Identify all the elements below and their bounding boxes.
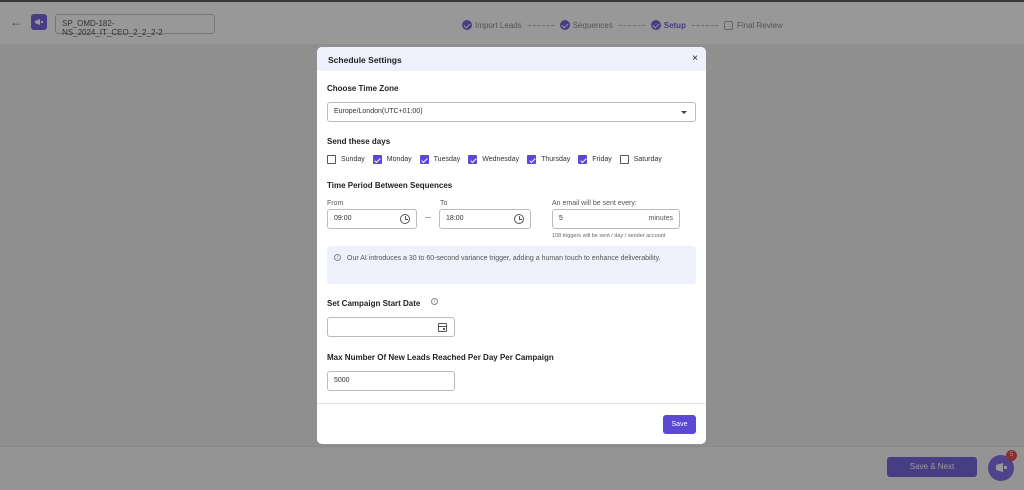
info-text: Our AI introduces a 30 to 60-second vari… (347, 255, 661, 262)
triggers-note: 108 triggers will be sent / day / sender… (552, 233, 666, 239)
day-label: Saturday (633, 156, 662, 163)
to-label: To (440, 200, 448, 207)
to-time-value: 18:00 (446, 215, 464, 222)
clock-icon[interactable] (400, 214, 410, 224)
checkbox[interactable] (619, 155, 629, 164)
start-date-label: Set Campaign Start Date (327, 299, 421, 308)
day-wednesday[interactable]: Wednesday (468, 155, 519, 164)
day-monday[interactable]: Monday (372, 155, 412, 164)
day-label: Monday (386, 156, 412, 163)
day-sunday[interactable]: Sunday (327, 155, 365, 164)
to-time-input[interactable]: 18:00 (439, 209, 531, 229)
range-dash (425, 217, 431, 218)
day-label: Thursday (541, 156, 571, 163)
schedule-settings-modal: Schedule Settings × Choose Time Zone Eur… (317, 47, 706, 444)
info-banner: i Our AI introduces a 30 to 60-second va… (327, 246, 696, 284)
checkbox-checked[interactable] (578, 155, 588, 164)
time-period-label: Time Period Between Sequences (327, 181, 453, 190)
max-leads-label: Max Number Of New Leads Reached Per Day … (327, 353, 554, 362)
timezone-value: Europe/London(UTC+01:00) (334, 108, 423, 115)
from-label: From (327, 200, 344, 207)
day-label: Tuesday (433, 156, 461, 163)
timezone-label: Choose Time Zone (327, 84, 399, 93)
day-label: Friday (592, 156, 612, 163)
modal-header: Schedule Settings × (317, 47, 706, 71)
max-leads-input[interactable]: 5000 (327, 371, 455, 391)
day-friday[interactable]: Friday (578, 155, 612, 164)
clock-icon[interactable] (514, 214, 524, 224)
chevron-down-icon (681, 111, 687, 114)
modal-footer-divider (317, 403, 706, 404)
checkbox-checked[interactable] (468, 155, 478, 164)
day-label: Wednesday (482, 156, 520, 163)
save-button[interactable]: Save (663, 415, 696, 434)
max-leads-value: 5000 (334, 377, 350, 384)
checkbox[interactable] (327, 155, 336, 164)
day-tuesday[interactable]: Tuesday (419, 155, 461, 164)
modal-title: Schedule Settings (328, 55, 402, 65)
from-time-input[interactable]: 09:00 (327, 209, 417, 229)
day-thursday[interactable]: Thursday (527, 155, 570, 164)
checkbox-checked[interactable] (372, 155, 382, 164)
info-icon[interactable]: i (431, 298, 438, 305)
send-days-label: Send these days (327, 137, 391, 146)
day-saturday[interactable]: Saturday (619, 155, 662, 164)
timezone-select[interactable]: Europe/London(UTC+01:00) (327, 102, 696, 122)
interval-label: An email will be sent every: (552, 200, 637, 207)
checkbox-checked[interactable] (419, 155, 429, 164)
interval-input[interactable]: 5 minutes (552, 209, 680, 229)
close-icon[interactable]: × (692, 53, 698, 64)
days-checkbox-group: Sunday Monday Tuesday Wednesday Thursday… (327, 155, 670, 164)
calendar-icon[interactable] (438, 323, 447, 332)
info-icon: i (334, 254, 341, 261)
start-date-input[interactable] (327, 317, 455, 337)
day-label: Sunday (341, 156, 365, 163)
interval-value: 5 (559, 215, 563, 222)
interval-unit: minutes (648, 215, 673, 222)
checkbox-checked[interactable] (527, 155, 537, 164)
from-time-value: 09:00 (334, 215, 352, 222)
